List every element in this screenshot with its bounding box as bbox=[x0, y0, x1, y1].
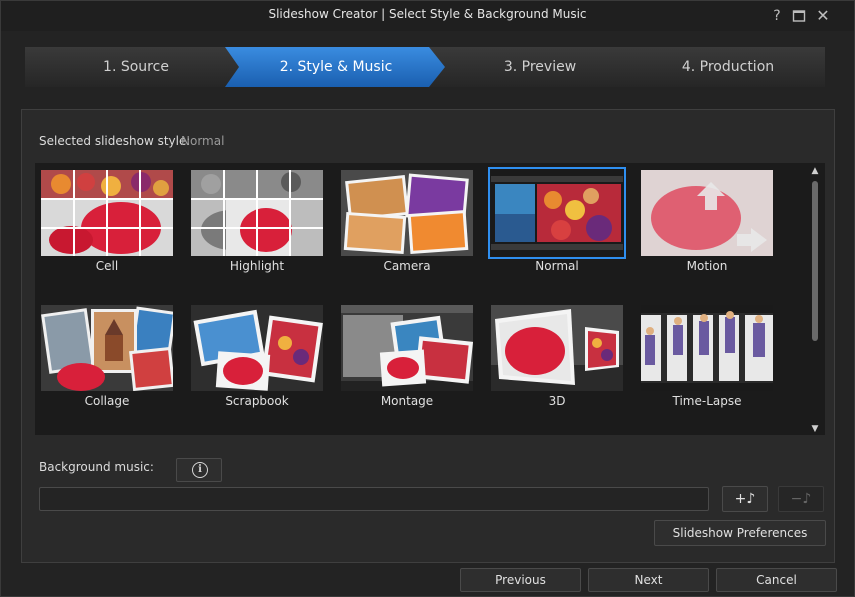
style-camera-label: Camera bbox=[383, 259, 431, 273]
style-montage-preview bbox=[341, 305, 473, 391]
style-highlight[interactable]: Highlight bbox=[187, 167, 323, 273]
scrollbar-thumb[interactable] bbox=[812, 181, 818, 341]
scroll-down-icon[interactable]: ▼ bbox=[809, 423, 821, 435]
cancel-button[interactable]: Cancel bbox=[716, 568, 837, 592]
style-collage[interactable]: Collage bbox=[37, 302, 173, 408]
style-motion-preview bbox=[641, 170, 773, 256]
style-scrapbook-label: Scrapbook bbox=[225, 394, 289, 408]
slideshow-creator-window: Slideshow Creator | Select Style & Backg… bbox=[0, 0, 855, 597]
step-preview[interactable]: 3. Preview bbox=[429, 47, 651, 87]
style-montage[interactable]: Montage bbox=[337, 302, 473, 408]
style-cell-preview bbox=[41, 170, 173, 256]
style-motion[interactable]: Motion bbox=[637, 167, 773, 273]
style-normal[interactable]: Normal bbox=[487, 167, 626, 273]
style-time-lapse[interactable]: Time-Lapse bbox=[637, 302, 773, 408]
style-panel: Selected slideshow style: Normal Cell Hi… bbox=[21, 109, 835, 563]
next-button[interactable]: Next bbox=[588, 568, 709, 592]
step-production-label: 4. Production bbox=[681, 59, 775, 75]
remove-music-button[interactable]: −♪ bbox=[778, 486, 824, 512]
help-icon[interactable]: ? bbox=[767, 6, 787, 26]
style-gallery: Cell Highlight Camera Normal Motion Coll… bbox=[35, 163, 825, 435]
style-normal-label: Normal bbox=[535, 259, 579, 273]
style-3d-preview bbox=[491, 305, 623, 391]
step-source-label: 1. Source bbox=[103, 59, 169, 75]
add-music-button[interactable]: +♪ bbox=[722, 486, 768, 512]
selected-style-value: Normal bbox=[181, 134, 225, 148]
wizard-steps: 1. Source 2. Style & Music 3. Preview 4.… bbox=[25, 47, 825, 87]
style-3d[interactable]: 3D bbox=[487, 302, 623, 408]
music-info-button[interactable]: i bbox=[176, 458, 222, 482]
title-bar: Slideshow Creator | Select Style & Backg… bbox=[1, 1, 854, 31]
style-camera[interactable]: Camera bbox=[337, 167, 473, 273]
style-normal-preview bbox=[488, 167, 626, 259]
style-montage-label: Montage bbox=[380, 394, 434, 408]
style-collage-label: Collage bbox=[84, 394, 130, 408]
style-scrapbook[interactable]: Scrapbook bbox=[187, 302, 323, 408]
style-cell[interactable]: Cell bbox=[37, 167, 173, 273]
step-style-music[interactable]: 2. Style & Music bbox=[225, 47, 447, 87]
selected-style-label: Selected slideshow style: bbox=[39, 134, 191, 148]
previous-button[interactable]: Previous bbox=[460, 568, 581, 592]
step-style-music-label: 2. Style & Music bbox=[279, 59, 393, 75]
background-music-label: Background music: bbox=[39, 460, 154, 474]
scroll-up-icon[interactable]: ▲ bbox=[809, 165, 821, 177]
style-scrapbook-preview bbox=[191, 305, 323, 391]
style-time-lapse-label: Time-Lapse bbox=[672, 394, 742, 408]
step-source[interactable]: 1. Source bbox=[25, 47, 247, 87]
style-highlight-preview bbox=[191, 170, 323, 256]
maximize-icon[interactable] bbox=[789, 6, 809, 26]
info-icon: i bbox=[192, 462, 208, 478]
style-camera-preview bbox=[341, 170, 473, 256]
style-time-lapse-preview bbox=[641, 305, 773, 391]
style-3d-label: 3D bbox=[548, 394, 566, 408]
window-title: Slideshow Creator | Select Style & Backg… bbox=[268, 7, 587, 21]
style-motion-label: Motion bbox=[686, 259, 728, 273]
gallery-scrollbar[interactable]: ▲ ▼ bbox=[809, 165, 821, 435]
slideshow-preferences-button[interactable]: Slideshow Preferences bbox=[654, 520, 826, 546]
step-production[interactable]: 4. Production bbox=[631, 47, 825, 87]
style-cell-label: Cell bbox=[95, 259, 119, 273]
step-preview-label: 3. Preview bbox=[503, 59, 577, 75]
close-icon[interactable]: ✕ bbox=[813, 6, 833, 26]
style-collage-preview bbox=[41, 305, 173, 391]
background-music-field[interactable] bbox=[39, 487, 709, 511]
style-highlight-label: Highlight bbox=[229, 259, 285, 273]
